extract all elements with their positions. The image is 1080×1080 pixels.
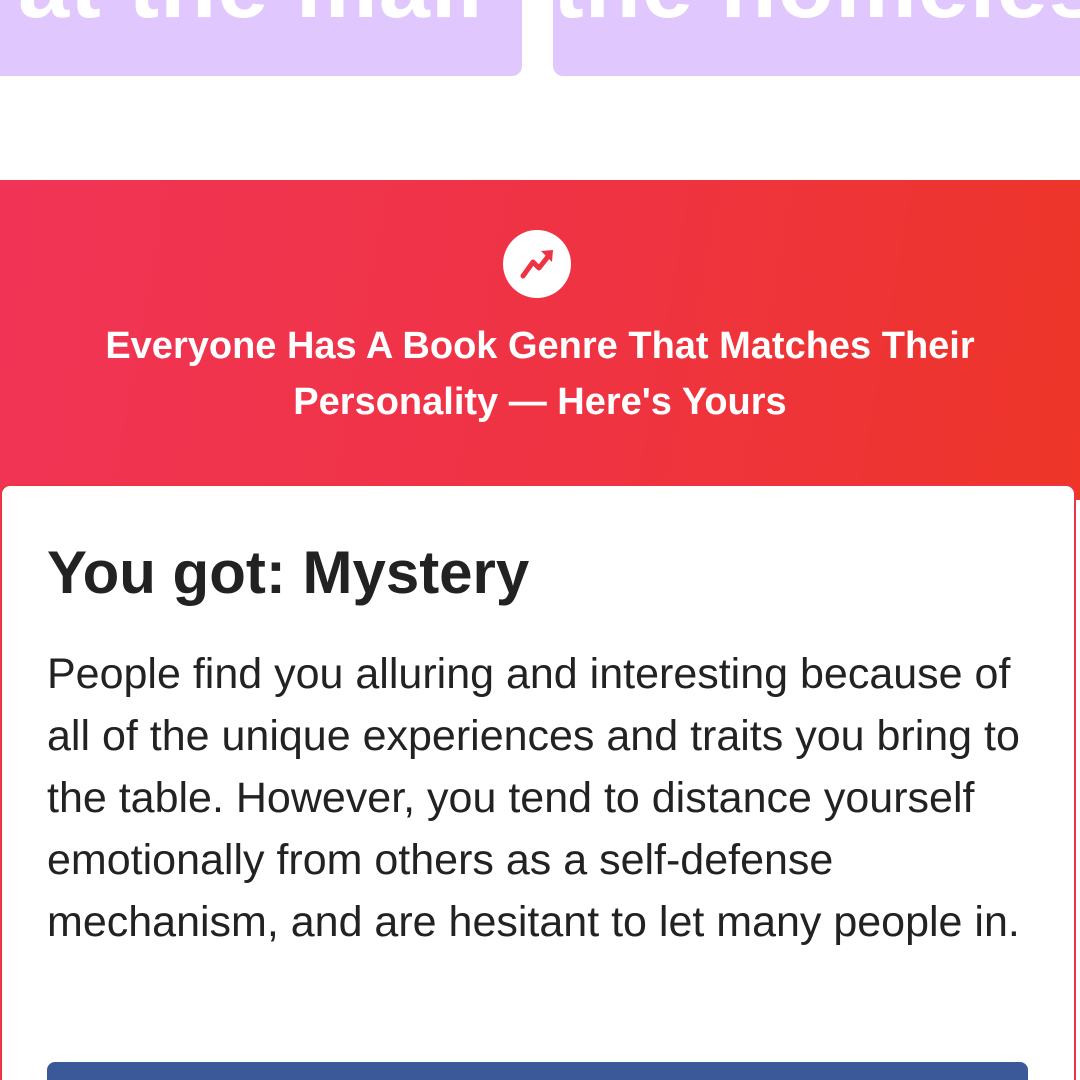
quiz-title: Everyone Has A Book Genre That Matches T… — [105, 325, 975, 423]
answer-tile-left[interactable]: at the mall — [0, 0, 522, 76]
answer-tile-text: at the mall — [0, 0, 522, 32]
answer-tile-right[interactable]: the homeless — [553, 0, 1080, 76]
result-description: People find you alluring and interesting… — [47, 650, 1020, 946]
trending-arrow-icon — [520, 250, 553, 279]
quiz-page: at the mall the homeless Everyone Has A … — [0, 0, 1080, 1080]
trending-badge — [503, 230, 571, 298]
answer-tile-text: the homeless — [553, 0, 1080, 32]
share-button[interactable] — [47, 1062, 1028, 1080]
result-heading: You got: Mystery — [47, 539, 530, 606]
